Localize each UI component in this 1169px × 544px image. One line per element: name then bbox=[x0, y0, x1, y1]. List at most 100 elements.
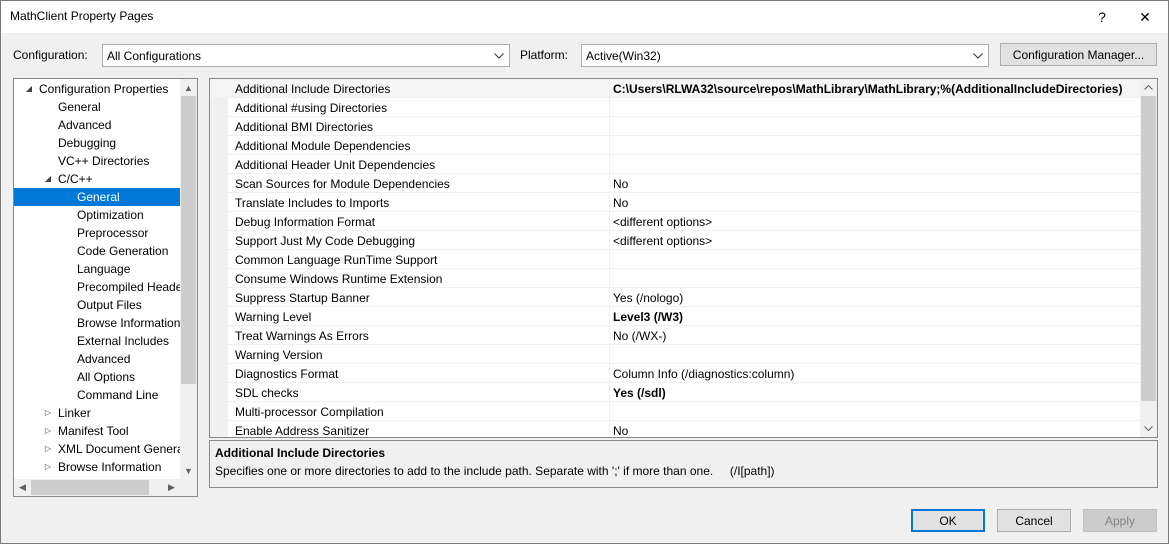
tree-vertical-scrollbar[interactable]: ▲ ▼ bbox=[180, 79, 197, 479]
property-row[interactable]: Multi-processor Compilation bbox=[210, 402, 1140, 421]
tree-item-label: Advanced bbox=[58, 118, 112, 132]
tree-item[interactable]: All Options bbox=[14, 368, 180, 386]
property-value[interactable]: Yes (/sdl) bbox=[613, 386, 666, 400]
description-text: Specifies one or more directories to add… bbox=[215, 464, 775, 478]
scroll-down-icon[interactable] bbox=[1140, 420, 1157, 437]
tree-item-label: Browse Information bbox=[77, 316, 180, 330]
property-row[interactable]: Common Language RunTime Support bbox=[210, 250, 1140, 269]
configuration-manager-button[interactable]: Configuration Manager... bbox=[1000, 43, 1157, 66]
tree-item[interactable]: Advanced bbox=[14, 350, 180, 368]
scroll-left-icon[interactable]: ◀ bbox=[14, 479, 31, 496]
property-name: Treat Warnings As Errors bbox=[235, 329, 369, 343]
property-name: Support Just My Code Debugging bbox=[235, 234, 416, 248]
tree-item[interactable]: Output Files bbox=[14, 296, 180, 314]
property-row[interactable]: Additional #using Directories bbox=[210, 98, 1140, 117]
property-row[interactable]: Additional BMI Directories bbox=[210, 117, 1140, 136]
column-separator bbox=[609, 136, 610, 155]
tree-item[interactable]: Precompiled Heade bbox=[14, 278, 180, 296]
property-name: Additional Module Dependencies bbox=[235, 139, 411, 153]
configuration-dropdown[interactable]: All Configurations bbox=[102, 44, 510, 67]
tree-item[interactable]: General bbox=[14, 188, 180, 206]
property-value[interactable]: No (/WX-) bbox=[613, 329, 666, 343]
configuration-bar: Configuration: All Configurations Platfo… bbox=[1, 43, 1168, 67]
description-title: Additional Include Directories bbox=[215, 446, 386, 460]
scroll-up-icon[interactable] bbox=[1140, 79, 1157, 96]
tree-hscroll-thumb[interactable] bbox=[31, 480, 149, 495]
tree-item-label: External Includes bbox=[77, 334, 170, 348]
scroll-right-icon[interactable]: ▶ bbox=[163, 479, 180, 496]
tree-item[interactable]: Code Generation bbox=[14, 242, 180, 260]
property-value[interactable]: Column Info (/diagnostics:column) bbox=[613, 367, 794, 381]
expand-icon[interactable]: ▷ bbox=[42, 422, 54, 440]
column-separator bbox=[609, 345, 610, 364]
help-button[interactable]: ? bbox=[1079, 1, 1125, 33]
expand-icon[interactable]: ▷ bbox=[42, 404, 54, 422]
platform-dropdown[interactable]: Active(Win32) bbox=[581, 44, 989, 67]
tree-item[interactable]: ▷ Linker bbox=[14, 404, 180, 422]
property-name: Additional BMI Directories bbox=[235, 120, 374, 134]
property-name: Warning Version bbox=[235, 348, 323, 362]
expand-icon[interactable]: ▷ bbox=[42, 458, 54, 476]
tree-scroll-thumb[interactable] bbox=[181, 96, 196, 384]
property-tree: ◢ Configuration Properties General Advanced… bbox=[13, 78, 198, 497]
column-separator bbox=[609, 174, 610, 193]
property-row[interactable]: Translate Includes to Imports No bbox=[210, 193, 1140, 212]
close-button[interactable]: ✕ bbox=[1122, 1, 1168, 33]
tree-item[interactable]: ▷ XML Document Genera bbox=[14, 440, 180, 458]
property-value[interactable]: No bbox=[613, 196, 628, 210]
platform-value: Active(Win32) bbox=[586, 49, 661, 63]
property-row[interactable]: Additional Include Directories C:\Users\R… bbox=[210, 79, 1140, 98]
tree-item-label: General bbox=[58, 100, 101, 114]
tree-item[interactable]: Preprocessor bbox=[14, 224, 180, 242]
property-row[interactable]: Warning Version bbox=[210, 345, 1140, 364]
tree-item[interactable]: Debugging bbox=[14, 134, 180, 152]
grid-vertical-scrollbar[interactable] bbox=[1140, 79, 1157, 437]
property-row[interactable]: Suppress Startup Banner Yes (/nologo) bbox=[210, 288, 1140, 307]
property-name: Diagnostics Format bbox=[235, 367, 339, 381]
property-row[interactable]: Additional Module Dependencies bbox=[210, 136, 1140, 155]
property-value[interactable]: Yes (/nologo) bbox=[613, 291, 683, 305]
tree-item[interactable]: Optimization bbox=[14, 206, 180, 224]
property-row[interactable]: Diagnostics Format Column Info (/diagnost… bbox=[210, 364, 1140, 383]
property-row[interactable]: Warning Level Level3 (/W3) bbox=[210, 307, 1140, 326]
tree-horizontal-scrollbar[interactable]: ◀ ▶ bbox=[14, 479, 180, 496]
property-row[interactable]: Consume Windows Runtime Extension bbox=[210, 269, 1140, 288]
ok-button[interactable]: OK bbox=[911, 509, 985, 532]
expand-icon[interactable]: ▷ bbox=[42, 440, 54, 458]
tree-item[interactable]: ◢ C/C++ bbox=[14, 170, 180, 188]
property-row[interactable]: Additional Header Unit Dependencies bbox=[210, 155, 1140, 174]
tree-item[interactable]: ▷ Browse Information bbox=[14, 458, 180, 476]
property-row[interactable]: Enable Address Sanitizer No bbox=[210, 421, 1140, 437]
apply-button[interactable]: Apply bbox=[1083, 509, 1157, 532]
property-row[interactable]: SDL checks Yes (/sdl) bbox=[210, 383, 1140, 402]
tree-item[interactable]: Language bbox=[14, 260, 180, 278]
tree-item[interactable]: Browse Information bbox=[14, 314, 180, 332]
tree-item[interactable]: General bbox=[14, 98, 180, 116]
property-value[interactable]: C:\Users\RLWA32\source\repos\MathLibrary… bbox=[613, 82, 1122, 96]
property-row[interactable]: Support Just My Code Debugging <different… bbox=[210, 231, 1140, 250]
column-separator bbox=[609, 288, 610, 307]
tree-item-label: All Options bbox=[77, 370, 136, 384]
property-value[interactable]: No bbox=[613, 177, 628, 191]
property-name: SDL checks bbox=[235, 386, 299, 400]
tree-item[interactable]: Advanced bbox=[14, 116, 180, 134]
collapse-icon[interactable]: ◢ bbox=[42, 170, 54, 188]
tree-item[interactable]: External Includes bbox=[14, 332, 180, 350]
tree-item[interactable]: ▷ Manifest Tool bbox=[14, 422, 180, 440]
scroll-down-icon[interactable]: ▼ bbox=[180, 462, 197, 479]
collapse-icon[interactable]: ◢ bbox=[23, 80, 35, 98]
cancel-button[interactable]: Cancel bbox=[997, 509, 1071, 532]
close-icon: ✕ bbox=[1139, 8, 1151, 25]
property-row[interactable]: Debug Information Format <different optio… bbox=[210, 212, 1140, 231]
property-row[interactable]: Scan Sources for Module Dependencies No bbox=[210, 174, 1140, 193]
grid-scroll-thumb[interactable] bbox=[1141, 96, 1156, 401]
tree-item[interactable]: Command Line bbox=[14, 386, 180, 404]
property-value[interactable]: No bbox=[613, 424, 628, 437]
property-value[interactable]: <different options> bbox=[613, 215, 712, 229]
tree-item[interactable]: VC++ Directories bbox=[14, 152, 180, 170]
tree-item[interactable]: ◢ Configuration Properties bbox=[14, 80, 180, 98]
property-row[interactable]: Treat Warnings As Errors No (/WX-) bbox=[210, 326, 1140, 345]
scroll-up-icon[interactable]: ▲ bbox=[180, 79, 197, 96]
property-value[interactable]: <different options> bbox=[613, 234, 712, 248]
property-value[interactable]: Level3 (/W3) bbox=[613, 310, 683, 324]
